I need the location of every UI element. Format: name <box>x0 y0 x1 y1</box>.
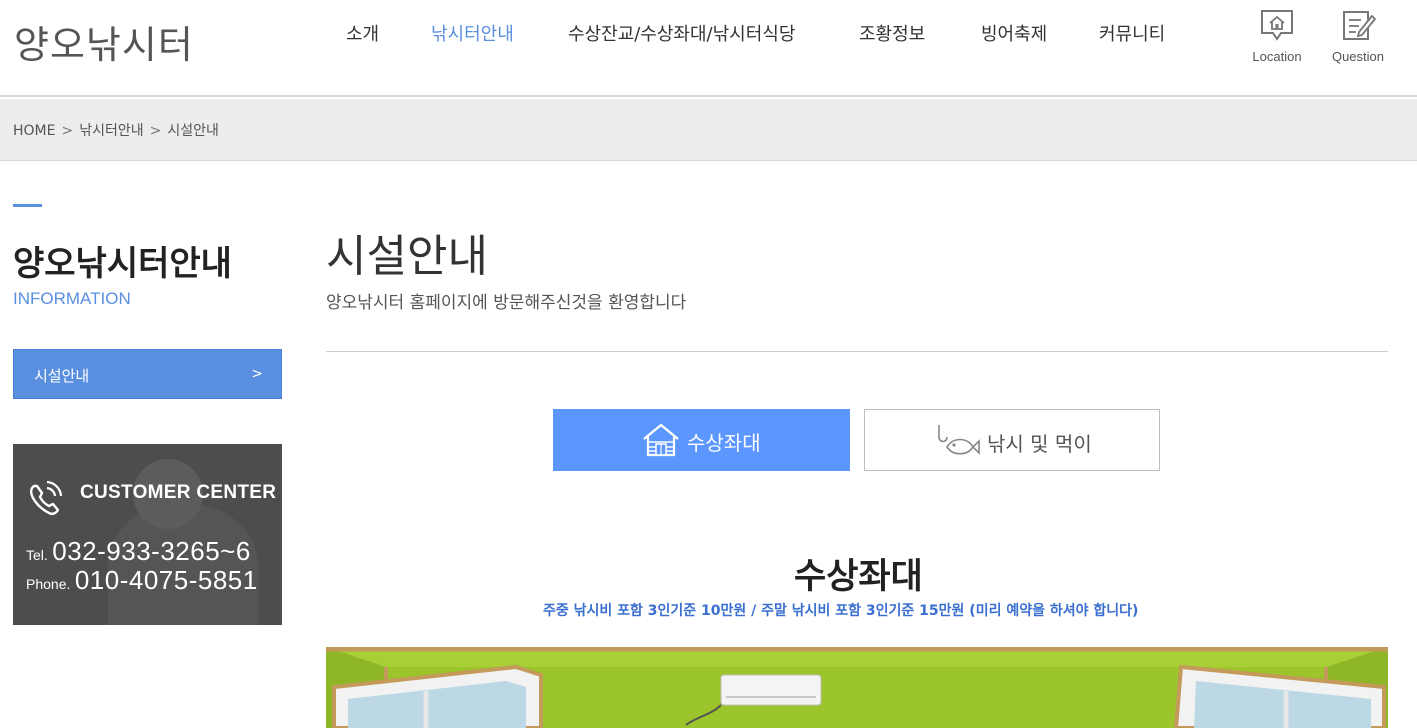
phone-icon <box>30 480 63 515</box>
section-title: 수상좌대 <box>794 557 923 597</box>
facility-photo-image <box>326 647 1388 728</box>
house-icon <box>643 423 679 457</box>
breadcrumb-separator: > <box>149 123 162 139</box>
sidebar-title: 양오낚시터안내 <box>13 244 232 284</box>
note-pencil-icon <box>1343 11 1377 40</box>
page-description: 양오낚시터 홈페이지에 방문해주신것을 환영합니다 <box>326 293 687 313</box>
fish-hook-icon <box>938 425 980 455</box>
site-header: 양오낚시터 소개 낚시터안내 수상잔교/수상좌대/낚시터식당 조황정보 빙어축제… <box>0 0 1417 97</box>
breadcrumb-separator: > <box>61 123 74 139</box>
tel-number[interactable]: 032-933-3265~6 <box>52 536 251 566</box>
breadcrumb-current: 시설안내 <box>167 123 219 139</box>
divider <box>326 351 1388 352</box>
customer-center-banner: CUSTOMER CENTER Tel. 032-933-3265~6 Phon… <box>13 444 282 625</box>
tel-label: Tel. <box>26 547 48 563</box>
tab-floating-platform[interactable]: 수상좌대 <box>553 409 850 471</box>
sidebar-item-label: 시설안내 <box>34 367 90 385</box>
phone-label: Phone. <box>26 576 71 592</box>
customer-center-tel: Tel. 032-933-3265~6 <box>26 536 251 567</box>
location-link[interactable]: Location <box>1242 8 1312 64</box>
nav-item-smelt-festival[interactable]: 빙어축제 <box>981 20 1047 46</box>
sidebar-item-facility-guide[interactable]: 시설안내 > <box>13 349 282 399</box>
customer-center-phone: Phone. 010-4075-5851 <box>26 565 258 596</box>
nav-item-fishing-guide[interactable]: 낚시터안내 <box>431 20 514 46</box>
facility-photo <box>326 647 1388 728</box>
question-label: Question <box>1331 49 1385 64</box>
question-link[interactable]: Question <box>1323 8 1393 64</box>
breadcrumb-fishing-guide[interactable]: 낚시터안내 <box>79 123 143 139</box>
tab-fishing-bait[interactable]: 낚시 및 먹이 <box>864 409 1160 471</box>
sidebar-subtitle: INFORMATION <box>13 289 131 308</box>
breadcrumb-home[interactable]: HOME <box>13 123 55 139</box>
page-title: 시설안내 <box>326 231 488 282</box>
site-logo[interactable]: 양오낚시터 <box>14 14 194 69</box>
nav-item-community[interactable]: 커뮤니티 <box>1099 20 1165 46</box>
house-location-icon <box>1261 10 1293 41</box>
section-note: 주중 낚시비 포함 3인기준 10만원 / 주말 낚시비 포함 3인기준 15만… <box>543 603 1139 619</box>
breadcrumb: HOME > 낚시터안내 > 시설안내 <box>13 120 219 140</box>
customer-center-title: CUSTOMER CENTER <box>80 482 277 503</box>
phone-number[interactable]: 010-4075-5851 <box>75 565 258 595</box>
tab-label: 낚시 및 먹이 <box>987 432 1092 456</box>
nav-item-intro[interactable]: 소개 <box>346 20 379 46</box>
nav-item-catch-report[interactable]: 조황정보 <box>859 20 925 46</box>
breadcrumb-bar: HOME > 낚시터안내 > 시설안내 <box>0 99 1417 161</box>
location-label: Location <box>1252 49 1302 64</box>
nav-item-floating-facilities[interactable]: 수상잔교/수상좌대/낚시터식당 <box>568 20 795 46</box>
tab-label: 수상좌대 <box>687 431 761 455</box>
sidebar-accent-bar <box>13 204 42 207</box>
chevron-right-icon: > <box>251 366 263 382</box>
